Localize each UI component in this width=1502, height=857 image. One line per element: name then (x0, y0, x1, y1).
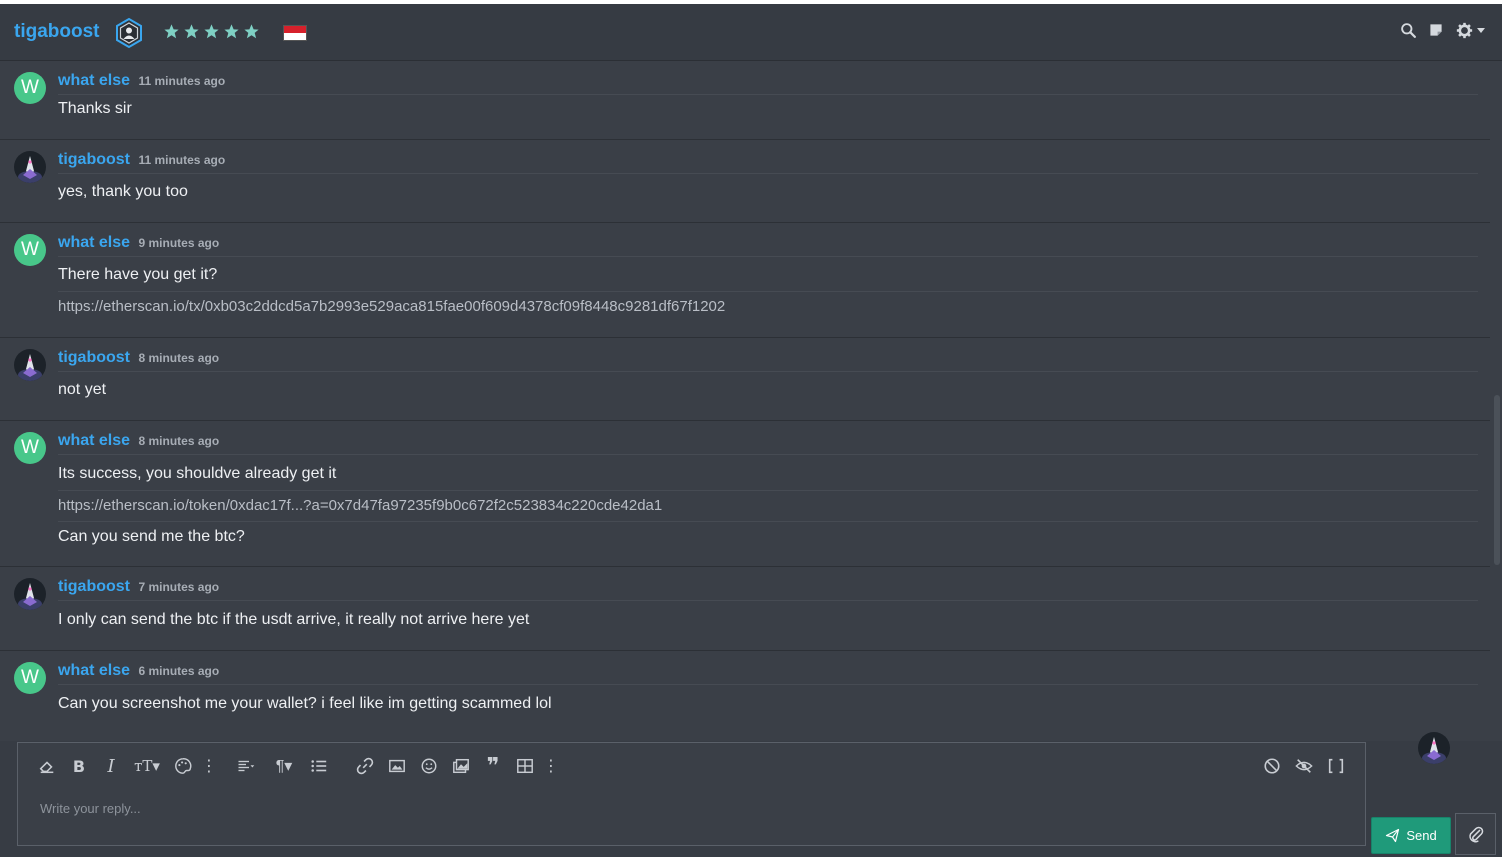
image-icon[interactable] (386, 755, 408, 777)
timestamp: 8 minutes ago (138, 351, 220, 365)
table-icon[interactable] (514, 755, 536, 777)
message-meta: tigaboost 11 minutes ago (58, 151, 1478, 174)
message-meta: what else 11 minutes ago (58, 72, 1478, 95)
message-text: There have you get it? (58, 266, 218, 283)
chat-header: tigaboost (0, 4, 1502, 61)
message: tigaboost 11 minutes ago yes, thank you … (0, 140, 1490, 223)
avatar[interactable]: W (14, 234, 46, 266)
star-icon (203, 23, 220, 40)
message-meta: what else 9 minutes ago (58, 234, 1478, 257)
chat-title[interactable]: tigaboost (14, 21, 100, 43)
text-size-icon[interactable]: тТ▾ (132, 755, 162, 777)
bold-icon[interactable]: B (68, 755, 90, 777)
indonesia-flag-icon (283, 25, 307, 41)
message-meta: what else 8 minutes ago (58, 432, 1478, 455)
eye-slash-icon[interactable] (1293, 755, 1315, 777)
message: tigaboost 7 minutes ago I only can send … (0, 567, 1490, 651)
star-icon (243, 23, 260, 40)
link-icon[interactable] (354, 755, 376, 777)
message-meta: tigaboost 8 minutes ago (58, 349, 1478, 372)
author-name[interactable]: what else (58, 72, 130, 89)
timestamp: 9 minutes ago (138, 236, 220, 250)
message-link[interactable]: https://etherscan.io/tx/0xb03c2ddcd5a7b2… (58, 291, 1478, 315)
author-name[interactable]: tigaboost (58, 349, 130, 366)
send-button[interactable]: Send (1371, 817, 1451, 854)
avatar[interactable] (14, 349, 46, 381)
quote-icon[interactable]: ❞ (482, 753, 504, 778)
timestamp: 6 minutes ago (138, 664, 220, 678)
message-list: W what else 11 minutes ago Thanks sir ti… (0, 61, 1490, 741)
star-icon (223, 23, 240, 40)
timestamp: 11 minutes ago (138, 74, 226, 88)
notes-icon[interactable] (1428, 21, 1446, 39)
message: W what else 11 minutes ago Thanks sir (0, 61, 1490, 140)
gallery-icon[interactable] (450, 755, 472, 777)
editor-toolbar-right (1261, 755, 1347, 777)
italic-icon[interactable]: I (100, 755, 122, 777)
message: W what else 8 minutes ago Its success, y… (0, 421, 1490, 567)
paper-plane-icon (1386, 828, 1400, 843)
message: tigaboost 8 minutes ago not yet (0, 338, 1490, 421)
search-icon[interactable] (1400, 21, 1418, 39)
author-name[interactable]: tigaboost (58, 578, 130, 595)
message: W what else 6 minutes ago Can you screen… (0, 651, 1490, 741)
fullscreen-icon[interactable] (1325, 755, 1347, 777)
avatar[interactable]: W (14, 432, 46, 464)
avatar[interactable] (14, 578, 46, 610)
author-name[interactable]: what else (58, 662, 130, 679)
align-icon[interactable] (232, 755, 260, 777)
message-meta: tigaboost 7 minutes ago (58, 578, 1478, 601)
reply-input[interactable] (38, 795, 1342, 821)
emoji-icon[interactable] (418, 755, 440, 777)
author-name[interactable]: what else (58, 432, 130, 449)
eraser-icon[interactable] (36, 755, 58, 777)
message-text: yes, thank you too (58, 183, 188, 200)
list-icon[interactable] (308, 755, 330, 777)
message-text: Can you screenshot me your wallet? i fee… (58, 695, 552, 712)
timestamp: 8 minutes ago (138, 434, 220, 448)
author-name[interactable]: tigaboost (58, 151, 130, 168)
timestamp: 7 minutes ago (138, 580, 220, 594)
header-tools (1400, 21, 1488, 39)
more-icon[interactable]: ⋮ (201, 755, 217, 777)
message-text: Thanks sir (58, 100, 132, 117)
message-link[interactable]: https://etherscan.io/token/0xdac17f...?a… (58, 490, 1478, 514)
send-label: Send (1406, 828, 1437, 843)
star-icon (163, 23, 180, 40)
palette-icon[interactable] (172, 755, 194, 777)
caret-down-icon (1477, 28, 1485, 33)
user-badge-icon (113, 17, 145, 49)
reply-editor: B I тТ▾ ⋮ ¶▾ ❞ ⋮ (17, 742, 1366, 846)
star-icon (183, 23, 200, 40)
paragraph-icon[interactable]: ¶▾ (270, 755, 298, 777)
author-name[interactable]: what else (58, 234, 130, 251)
message-text: not yet (58, 381, 107, 398)
message-text: Can you send me the btc? (58, 521, 1478, 546)
message: W what else 9 minutes ago There have you… (0, 223, 1490, 338)
avatar[interactable] (14, 151, 46, 183)
editor-toolbar: B I тТ▾ ⋮ ¶▾ ❞ ⋮ (36, 753, 574, 778)
message-text: I only can send the btc if the usdt arri… (58, 611, 530, 628)
avatar[interactable]: W (14, 662, 46, 694)
timestamp: 11 minutes ago (138, 153, 226, 167)
rating-stars (163, 23, 260, 40)
no-preview-icon[interactable] (1261, 755, 1283, 777)
more-icon[interactable]: ⋮ (543, 755, 559, 777)
scrollbar-thumb[interactable] (1494, 395, 1500, 565)
paperclip-icon (1468, 826, 1483, 843)
message-text: Its success, you shouldve already get it (58, 465, 337, 482)
avatar[interactable]: W (14, 72, 46, 104)
current-user-avatar[interactable] (1418, 732, 1450, 764)
attach-button[interactable] (1455, 813, 1496, 855)
message-meta: what else 6 minutes ago (58, 662, 1478, 685)
gear-icon[interactable] (1456, 21, 1488, 39)
